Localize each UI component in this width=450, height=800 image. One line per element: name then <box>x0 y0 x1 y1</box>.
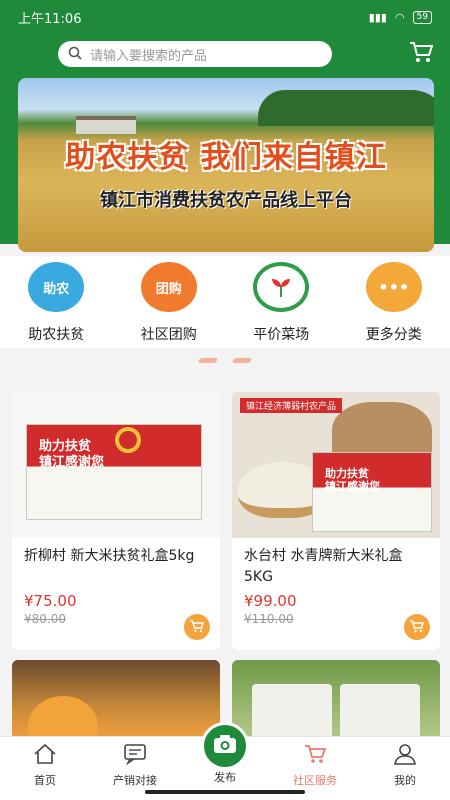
tab-label: 产销对接 <box>113 774 157 787</box>
cart-icon <box>408 40 434 68</box>
publish-camera-button[interactable] <box>201 722 249 770</box>
banner-subtitle: 镇江市消费扶贫农产品线上平台 <box>100 190 352 211</box>
search-input[interactable]: 请输入要搜索的产品 <box>58 41 332 67</box>
section-divider <box>0 358 450 378</box>
tab-label: 首页 <box>34 774 56 787</box>
cart-icon <box>303 743 327 768</box>
category-group-buy[interactable]: 团购 社区团购 <box>113 256 226 348</box>
product-name: 折柳村 新大米扶贫礼盒5kg <box>24 548 195 564</box>
category-label: 社区团购 <box>140 327 197 343</box>
trees-graphic <box>258 90 434 126</box>
category-more[interactable]: ••• 更多分类 <box>338 256 450 348</box>
persimmon-graphic <box>28 696 98 740</box>
product-tag: 镇江经济薄弱村农产品 <box>240 398 343 413</box>
search-icon <box>68 45 82 64</box>
rice-bag-graphic <box>340 684 420 740</box>
wifi-icon: ◠ <box>394 10 405 24</box>
tab-label: 社区服务 <box>293 774 337 787</box>
tab-profile[interactable]: 我的 <box>360 737 450 800</box>
tab-home[interactable]: 首页 <box>0 737 90 800</box>
promo-banner[interactable]: 助农扶贫 我们来自镇江 镇江市消费扶贫农产品线上平台 <box>18 78 434 252</box>
chat-icon <box>123 743 147 768</box>
signal-icon: ▮▮▮ <box>368 10 387 24</box>
product-image: 镇江经济薄弱村农产品 助力扶贫 镇江感谢您 <box>232 392 440 538</box>
cart-icon <box>189 618 205 637</box>
assist-farmers-icon: 助农 <box>28 262 85 312</box>
product-price: ¥99.00 <box>244 592 297 610</box>
status-time: 上午11:06 <box>18 11 82 27</box>
user-icon <box>393 743 417 768</box>
rice-bag-graphic <box>252 684 332 740</box>
category-row: 助农 助农扶贫 团购 社区团购 平价菜场 ••• 更多分类 <box>0 256 450 348</box>
box-text: 镇江感谢您 <box>325 480 380 493</box>
leaf-icon <box>253 262 310 312</box>
category-market[interactable]: 平价菜场 <box>225 256 338 348</box>
home-icon <box>33 743 57 768</box>
product-card[interactable]: 助力扶贫 镇江感谢您 折柳村 新大米扶贫礼盒5kg ¥75.00 ¥80.00 <box>12 392 220 650</box>
category-label: 更多分类 <box>365 327 422 343</box>
camera-icon <box>213 734 237 758</box>
gift-box-graphic: 助力扶贫 镇江感谢您 <box>312 452 432 532</box>
category-label: 助农扶贫 <box>28 327 85 343</box>
product-image: 助力扶贫 镇江感谢您 <box>12 392 220 538</box>
box-text: 助力扶贫 <box>39 439 92 454</box>
status-bar: 上午11:06 ▮▮▮ ◠ 59 <box>0 0 450 34</box>
product-card[interactable] <box>232 660 440 740</box>
group-buy-icon: 团购 <box>140 262 197 312</box>
status-icons: ▮▮▮ ◠ 59 <box>368 10 432 24</box>
product-name: 水台村 水青牌新大米礼盒 5KG <box>244 548 403 585</box>
gift-box-graphic: 助力扶贫 镇江感谢您 <box>26 424 202 520</box>
tab-label: 发布 <box>214 771 236 784</box>
tab-label: 我的 <box>394 774 416 787</box>
search-placeholder: 请输入要搜索的产品 <box>90 48 208 64</box>
box-text: 助力扶贫 <box>325 467 369 480</box>
category-label: 平价菜场 <box>253 327 310 343</box>
more-icon: ••• <box>365 262 422 312</box>
cart-button[interactable] <box>406 41 436 67</box>
product-card[interactable] <box>12 660 220 740</box>
add-to-cart-button[interactable] <box>184 614 210 640</box>
cart-icon <box>409 618 425 637</box>
home-indicator <box>145 790 305 794</box>
battery-icon: 59 <box>412 10 432 24</box>
product-price: ¥75.00 <box>24 592 77 610</box>
product-card[interactable]: 镇江经济薄弱村农产品 助力扶贫 镇江感谢您 水台村 水青牌新大米礼盒 5KG ¥… <box>232 392 440 650</box>
box-text: 镇江感谢您 <box>39 455 105 470</box>
category-assist-farmers[interactable]: 助农 助农扶贫 <box>0 256 113 348</box>
app-header: 请输入要搜索的产品 <box>0 34 450 74</box>
add-to-cart-button[interactable] <box>404 614 430 640</box>
banner-title: 助农扶贫 我们来自镇江 <box>65 140 387 175</box>
